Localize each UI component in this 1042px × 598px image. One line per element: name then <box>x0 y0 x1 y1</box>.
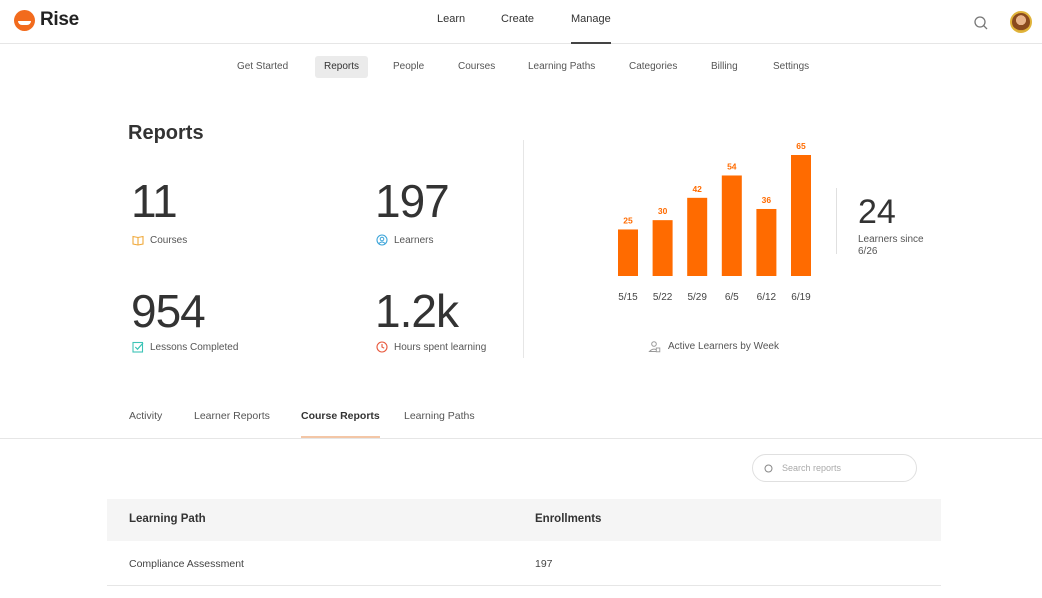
subnav-courses[interactable]: Courses <box>449 56 504 78</box>
search-circle-icon <box>764 464 773 472</box>
stat-hours-text: Hours spent learning <box>394 341 487 353</box>
page-title: Reports <box>128 122 204 144</box>
subnav-learning-paths[interactable]: Learning Paths <box>519 56 604 78</box>
learners-since-value: 24 <box>858 193 896 231</box>
column-enrollments[interactable]: Enrollments <box>535 513 601 525</box>
tab-activity[interactable]: Activity <box>129 410 162 438</box>
chart-summary-divider <box>836 188 837 254</box>
stat-lessons-label: Lessons Completed <box>132 341 238 353</box>
tab-learning-paths[interactable]: Learning Paths <box>404 410 475 438</box>
book-icon <box>132 235 144 246</box>
stat-courses-label: Courses <box>132 234 187 246</box>
stat-hours-label: Hours spent learning <box>376 341 486 353</box>
cell-learning-path[interactable]: Compliance Assessment <box>129 558 244 570</box>
nav-create[interactable]: Create <box>501 13 534 25</box>
clock-icon <box>376 341 388 353</box>
section-divider <box>523 140 524 358</box>
x-tick-label: 6/19 <box>791 292 811 303</box>
bar-value-label: 54 <box>727 161 737 171</box>
bar-6-12[interactable] <box>756 208 777 276</box>
stat-learners-label: Learners <box>376 234 433 246</box>
stat-learners-text: Learners <box>394 234 434 246</box>
subnav-billing[interactable]: Billing <box>702 56 747 78</box>
rise-logo[interactable]: Rise <box>14 9 79 31</box>
checkbox-icon <box>132 341 144 353</box>
chart-caption-text: Active Learners by Week <box>668 341 779 352</box>
stat-learners-value: 197 <box>375 175 450 227</box>
bar-value-label: 25 <box>623 215 633 225</box>
nav-manage[interactable]: Manage <box>571 13 611 44</box>
bar-6-5[interactable] <box>721 175 742 276</box>
bar-5-29[interactable] <box>687 197 708 276</box>
search-reports-box[interactable] <box>752 454 917 482</box>
subnav-get-started[interactable]: Get Started <box>228 56 297 78</box>
top-header: Rise Learn Create Manage <box>0 0 1042 44</box>
app-name: Rise <box>40 9 79 30</box>
bar-value-label: 30 <box>658 206 668 216</box>
avatar[interactable] <box>1010 11 1032 33</box>
bar-value-label: 36 <box>762 195 772 205</box>
column-learning-path[interactable]: Learning Path <box>129 513 206 525</box>
table-row[interactable]: Compliance Assessment 197 <box>107 542 941 586</box>
bar-6-19[interactable] <box>791 155 811 276</box>
x-tick-label: 5/29 <box>687 292 707 303</box>
user-chart-icon <box>648 341 661 353</box>
learners-since-label: Learners since 6/26 <box>858 234 924 257</box>
x-tick-label: 5/22 <box>653 292 673 303</box>
stat-courses-value: 11 <box>131 175 178 227</box>
x-tick-label: 5/15 <box>618 292 638 303</box>
x-tick-label: 6/5 <box>725 292 739 303</box>
bar-5-22[interactable] <box>652 220 673 276</box>
rise-logo-icon <box>14 9 35 31</box>
active-learners-chart: 25 5/15 30 5/22 42 5/29 54 6/5 36 6/12 65 6/19 <box>618 141 811 303</box>
subnav-reports[interactable]: Reports <box>315 56 369 78</box>
bar-value-label: 65 <box>796 141 806 151</box>
x-tick-label: 6/12 <box>757 292 777 303</box>
stat-lessons-text: Lessons Completed <box>150 341 239 353</box>
subnav-settings[interactable]: Settings <box>764 56 818 78</box>
bar-5-15[interactable] <box>618 229 638 276</box>
subnav-categories[interactable]: Categories <box>620 56 686 78</box>
tab-learner-reports[interactable]: Learner Reports <box>194 410 270 438</box>
tab-course-reports[interactable]: Course Reports <box>301 410 380 438</box>
stat-hours-value: 1.2k <box>375 285 459 337</box>
user-circle-icon <box>376 234 388 246</box>
nav-learn[interactable]: Learn <box>437 13 465 25</box>
search-input[interactable] <box>782 463 902 473</box>
bar-value-label: 42 <box>692 184 702 194</box>
stat-lessons-value: 954 <box>131 285 206 337</box>
subnav-people[interactable]: People <box>384 56 433 78</box>
cell-enrollments: 197 <box>535 558 553 570</box>
chart-caption: Active Learners by Week <box>648 340 779 353</box>
tabs-divider <box>0 438 1042 439</box>
table-header: Learning Path Enrollments <box>107 499 941 541</box>
stat-courses-text: Courses <box>150 234 188 246</box>
search-icon[interactable] <box>973 15 989 31</box>
